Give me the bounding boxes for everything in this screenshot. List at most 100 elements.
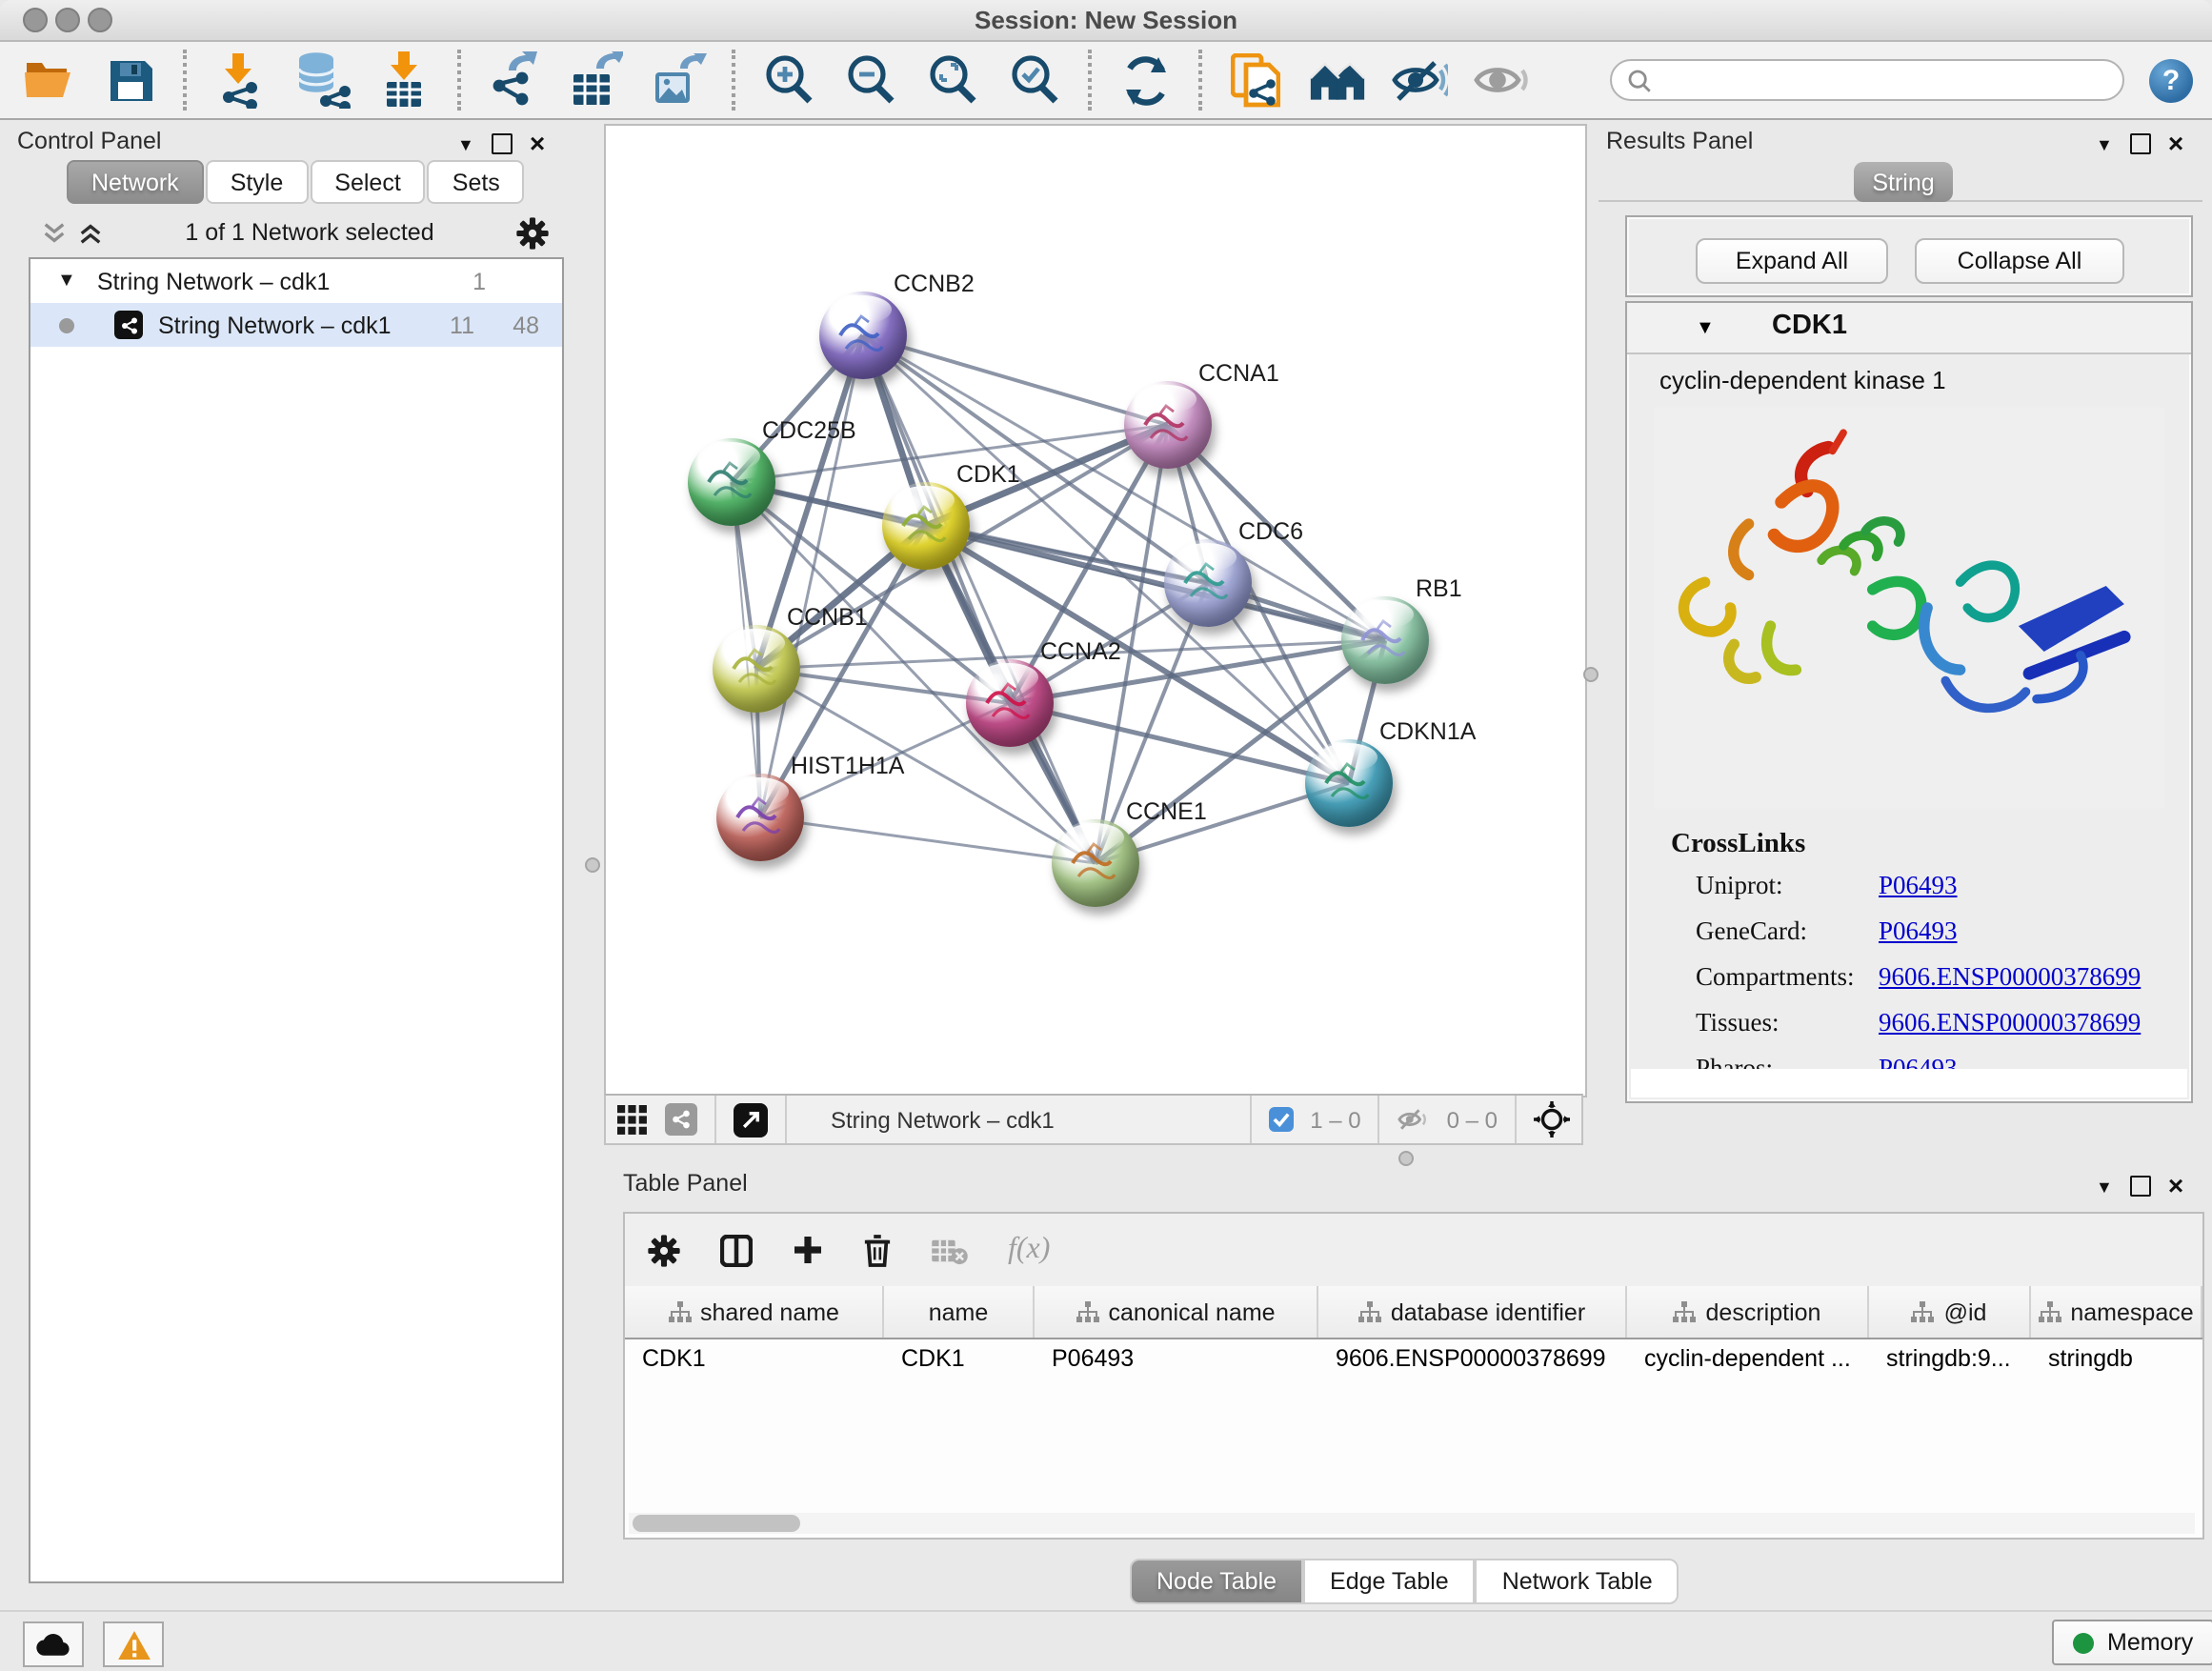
export-table-icon[interactable]: [568, 51, 625, 109]
crosslink-value-link[interactable]: P06493: [1879, 871, 1958, 901]
network-node-CCNE1[interactable]: [1052, 819, 1139, 907]
table-cell[interactable]: CDK1: [625, 1339, 884, 1378]
network-node-CDKN1A[interactable]: [1305, 739, 1393, 827]
show-all-icon[interactable]: [1473, 51, 1530, 109]
gear-icon[interactable]: [516, 216, 549, 249]
panel-menu-icon[interactable]: ▼: [2096, 1177, 2113, 1196]
help-icon[interactable]: ?: [2149, 58, 2193, 102]
table-row[interactable]: CDK1CDK1P064939606.ENSP00000378699cyclin…: [625, 1339, 2202, 1378]
section-header[interactable]: ▼ CDK1: [1627, 303, 2191, 354]
table-gear-icon[interactable]: [648, 1234, 680, 1266]
collapse-all-button[interactable]: Collapse All: [1915, 238, 2124, 284]
external-link-icon[interactable]: [734, 1102, 768, 1137]
hscrollbar-thumb[interactable]: [633, 1515, 800, 1532]
crosshair-icon[interactable]: [1534, 1101, 1570, 1137]
zoom-in-icon[interactable]: [760, 51, 817, 109]
column-header-canonical-name[interactable]: canonical name: [1035, 1286, 1318, 1338]
zoom-fit-icon[interactable]: [924, 51, 981, 109]
column-header-namespace[interactable]: namespace: [2031, 1286, 2202, 1338]
tree-collapse-icon[interactable]: ▼: [57, 271, 76, 292]
show-columns-icon[interactable]: [720, 1234, 753, 1266]
tab-network-table[interactable]: Network Table: [1476, 1559, 1679, 1604]
tab-node-table[interactable]: Node Table: [1130, 1559, 1303, 1604]
crosslink-value-link[interactable]: 9606.ENSP00000378699: [1879, 1008, 2141, 1038]
save-session-icon[interactable]: [101, 51, 158, 109]
left-splitter-handle[interactable]: [585, 857, 600, 873]
panel-close-icon[interactable]: ×: [2168, 135, 2183, 152]
section-collapse-icon[interactable]: ▼: [1696, 318, 1715, 339]
column-header-description[interactable]: description: [1627, 1286, 1869, 1338]
table-hscrollbar[interactable]: [629, 1513, 2195, 1534]
network-edge[interactable]: [863, 335, 1096, 863]
network-tree-root-row[interactable]: ▼ String Network – cdk1 1: [30, 259, 562, 303]
network-node-CCNB1[interactable]: [713, 625, 800, 713]
expand-all-tree-icon[interactable]: [42, 220, 67, 245]
tab-string[interactable]: String: [1854, 162, 1953, 202]
network-node-CDC25B[interactable]: [688, 438, 775, 526]
search-box[interactable]: [1610, 59, 2124, 101]
memory-button[interactable]: Memory: [2052, 1620, 2212, 1665]
new-network-from-selection-icon[interactable]: [1227, 51, 1284, 109]
panel-menu-icon[interactable]: ▼: [2096, 134, 2113, 153]
crosslink-value-link[interactable]: 9606.ENSP00000378699: [1879, 962, 2141, 993]
collapse-all-tree-icon[interactable]: [78, 220, 103, 245]
tab-network[interactable]: Network: [67, 160, 204, 204]
panel-close-icon[interactable]: ×: [530, 135, 545, 152]
column-header-shared-name[interactable]: shared name: [625, 1286, 884, 1338]
panel-menu-icon[interactable]: ▼: [457, 134, 474, 153]
cloud-button[interactable]: [23, 1621, 84, 1667]
tab-sets[interactable]: Sets: [428, 160, 525, 204]
tab-select[interactable]: Select: [310, 160, 426, 204]
zoom-out-icon[interactable]: [842, 51, 899, 109]
network-canvas[interactable]: CCNB2 CCNA1 CDC25B CDK1 CDC6 RB1 CCNB1: [604, 124, 1587, 1097]
column-header-name[interactable]: name: [884, 1286, 1035, 1338]
zoom-selected-icon[interactable]: [1006, 51, 1063, 109]
selected-checkbox-icon[interactable]: [1268, 1107, 1293, 1132]
network-node-HIST1H1A[interactable]: [716, 774, 804, 861]
search-input[interactable]: [1661, 65, 2107, 95]
network-node-CCNA2[interactable]: [966, 659, 1054, 747]
table-cell[interactable]: stringdb: [2031, 1339, 2202, 1378]
expand-all-button[interactable]: Expand All: [1696, 238, 1888, 284]
import-network-database-icon[interactable]: [293, 51, 351, 109]
tab-edge-table[interactable]: Edge Table: [1303, 1559, 1476, 1604]
horizontal-splitter-handle[interactable]: [1398, 1151, 1414, 1166]
network-node-CCNB2[interactable]: [819, 292, 907, 379]
panel-float-icon[interactable]: [2130, 1176, 2151, 1197]
network-node-CDK1[interactable]: [882, 482, 970, 570]
table-cell[interactable]: CDK1: [884, 1339, 1035, 1378]
tab-style[interactable]: Style: [206, 160, 309, 204]
network-node-CCNA1[interactable]: [1124, 381, 1212, 469]
apply-layout-icon[interactable]: [1116, 51, 1174, 109]
panel-float-icon[interactable]: [2130, 133, 2151, 154]
network-edge[interactable]: [760, 817, 1096, 863]
network-edge[interactable]: [863, 335, 1168, 425]
export-network-icon[interactable]: [486, 51, 543, 109]
delete-column-icon[interactable]: [863, 1234, 892, 1266]
right-splitter-handle[interactable]: [1583, 667, 1599, 682]
network-share-icon[interactable]: [665, 1103, 697, 1136]
column-header--id[interactable]: @id: [1869, 1286, 2031, 1338]
network-node-CDC6[interactable]: [1164, 539, 1252, 627]
table-cell[interactable]: 9606.ENSP00000378699: [1318, 1339, 1627, 1378]
first-neighbors-icon[interactable]: [1309, 51, 1366, 109]
network-edge[interactable]: [1010, 703, 1349, 783]
network-edge[interactable]: [926, 526, 1385, 640]
import-table-file-icon[interactable]: [375, 51, 432, 109]
hide-selected-icon[interactable]: [1391, 51, 1448, 109]
network-node-RB1[interactable]: [1341, 596, 1429, 684]
open-session-icon[interactable]: [19, 51, 76, 109]
add-column-icon[interactable]: [793, 1235, 823, 1265]
grid-view-icon[interactable]: [617, 1104, 648, 1135]
table-cell[interactable]: P06493: [1035, 1339, 1318, 1378]
export-image-icon[interactable]: [650, 51, 707, 109]
panel-close-icon[interactable]: ×: [2168, 1178, 2183, 1195]
crosslink-value-link[interactable]: P06493: [1879, 916, 1958, 947]
column-header-database-identifier[interactable]: database identifier: [1318, 1286, 1627, 1338]
table-cell[interactable]: cyclin-dependent ...: [1627, 1339, 1869, 1378]
import-network-file-icon[interactable]: [211, 51, 269, 109]
panel-float-icon[interactable]: [492, 133, 513, 154]
table-cell[interactable]: stringdb:9...: [1869, 1339, 2031, 1378]
warning-button[interactable]: [103, 1621, 164, 1667]
network-tree-child-row[interactable]: String Network – cdk1 11 48: [30, 303, 562, 347]
